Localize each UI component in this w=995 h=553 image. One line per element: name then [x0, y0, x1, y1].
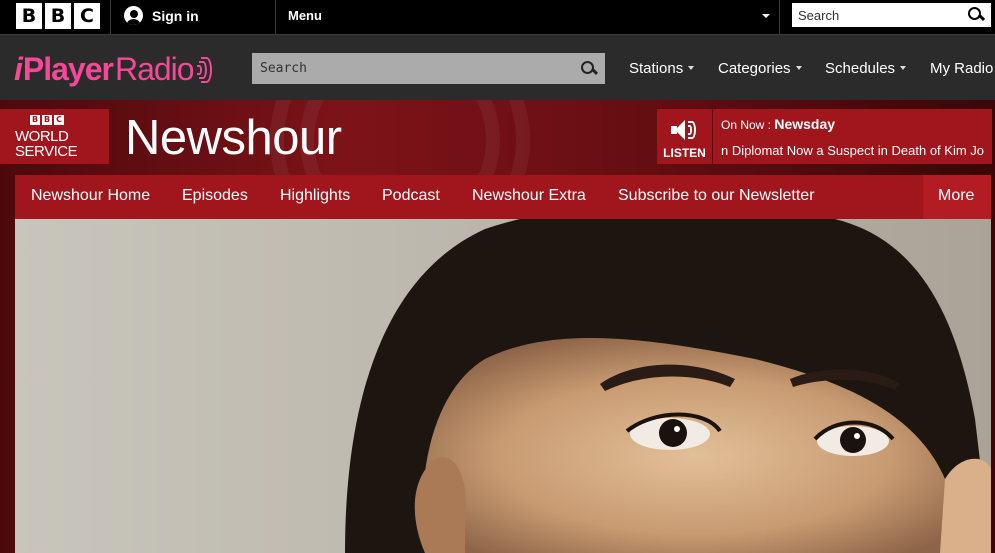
chevron-down-icon — [795, 66, 802, 71]
on-now-show: Newsday — [774, 116, 836, 132]
divider — [110, 0, 111, 34]
bbc-logo-block: B — [16, 3, 42, 29]
programme-title[interactable]: Newshour — [125, 110, 342, 166]
logo-i: i — [14, 51, 23, 87]
subnav-newshour-extra[interactable]: Newshour Extra — [472, 187, 586, 205]
portrait-photo — [345, 219, 991, 553]
programme-subnav: Newshour Home Episodes Highlights Podcas… — [15, 175, 991, 219]
listen-button[interactable]: LISTEN — [657, 109, 712, 164]
bbc-logo-block: B — [45, 3, 71, 29]
search-icon[interactable] — [968, 7, 982, 21]
on-now-prefix: On Now : — [721, 118, 772, 132]
subnav-newshour-home[interactable]: Newshour Home — [31, 187, 150, 205]
ws-bbc-mark: B B C — [30, 115, 64, 125]
ws-line-world: WORLD — [15, 128, 69, 145]
news-ticker[interactable]: n Diplomat Now a Suspect in Death of Kim… — [721, 143, 992, 158]
programme-brand-area: B B C WORLD SERVICE Newshour LISTEN On N… — [0, 100, 995, 553]
speaker-icon — [669, 118, 699, 142]
menu-button[interactable]: Menu — [288, 8, 322, 23]
user-icon — [124, 6, 143, 25]
nav-categories[interactable]: Categories — [718, 60, 802, 77]
subnav-episodes[interactable]: Episodes — [182, 187, 248, 205]
ws-bbc-block: C — [54, 115, 64, 125]
nav-my-radio-label: My Radio — [930, 60, 994, 77]
nav-categories-label: Categories — [718, 60, 791, 77]
search-icon[interactable] — [581, 61, 595, 75]
nav-schedules[interactable]: Schedules — [825, 60, 907, 77]
logo-radio: Radio — [114, 51, 195, 87]
sign-in-link[interactable]: Sign in — [124, 6, 199, 25]
ws-line-service: SERVICE — [15, 143, 78, 160]
divider — [779, 0, 780, 34]
nav-stations[interactable]: Stations — [629, 60, 695, 77]
subnav-highlights[interactable]: Highlights — [280, 187, 350, 205]
bbc-search-input[interactable] — [798, 3, 958, 27]
iplayer-radio-bar: i Player Radio Stations Categories Sched… — [0, 34, 995, 100]
divider — [275, 0, 276, 34]
nav-stations-label: Stations — [629, 60, 684, 77]
listen-label: LISTEN — [663, 146, 706, 160]
radio-search-input[interactable] — [260, 53, 560, 84]
hero-image[interactable] — [15, 219, 991, 553]
sign-in-label: Sign in — [152, 7, 199, 24]
bbc-logo-block: C — [74, 3, 100, 29]
ws-bbc-block: B — [42, 115, 52, 125]
subnav-more-button[interactable]: More — [923, 175, 991, 219]
subnav-podcast[interactable]: Podcast — [382, 187, 440, 205]
iplayer-radio-logo[interactable]: i Player Radio — [14, 51, 213, 88]
nav-schedules-label: Schedules — [825, 60, 896, 77]
bbc-top-bar: B B C Sign in Menu — [0, 0, 995, 34]
on-now-heading: On Now : Newsday — [721, 116, 835, 132]
subnav-more-label: More — [938, 187, 975, 204]
bbc-logo[interactable]: B B C — [16, 3, 100, 29]
ws-bbc-block: B — [30, 115, 40, 125]
subnav-newsletter[interactable]: Subscribe to our Newsletter — [618, 187, 815, 205]
chevron-down-icon — [688, 66, 695, 71]
radio-search-box[interactable] — [252, 53, 605, 84]
logo-player: Player — [22, 51, 114, 87]
on-now-panel[interactable]: On Now : Newsday n Diplomat Now a Suspec… — [713, 109, 992, 164]
bbc-search-box[interactable] — [792, 3, 991, 27]
chevron-down-icon[interactable] — [762, 14, 770, 18]
nav-my-radio[interactable]: My Radio — [930, 60, 993, 77]
radio-waves-icon — [196, 55, 213, 85]
world-service-logo[interactable]: B B C WORLD SERVICE — [0, 109, 109, 164]
chevron-down-icon — [900, 66, 907, 71]
